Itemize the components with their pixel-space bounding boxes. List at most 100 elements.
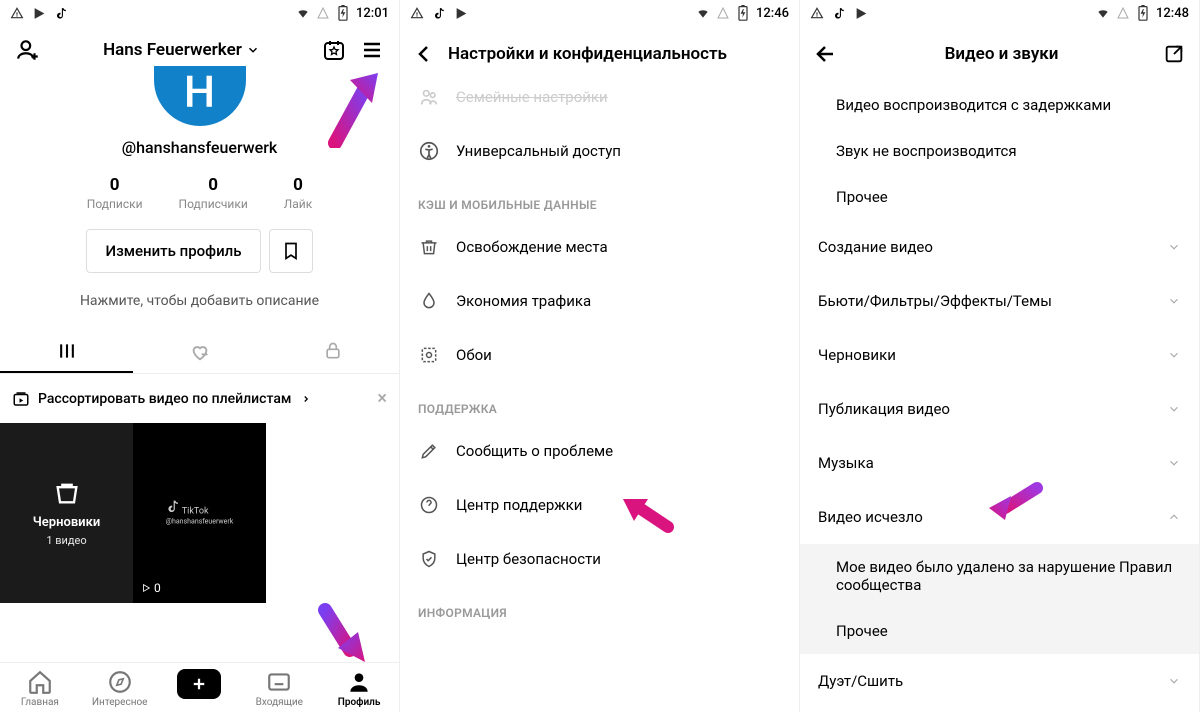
item-no-sound[interactable]: Звук не воспроизводится: [800, 128, 1199, 174]
chevron-down-icon: [1167, 674, 1181, 688]
tab-grid[interactable]: [0, 331, 133, 373]
settings-item-safety[interactable]: Центр безопасности: [400, 532, 799, 586]
status-bar: 12:48: [800, 0, 1199, 26]
item-other2[interactable]: Прочее: [800, 608, 1199, 654]
nav-profile[interactable]: Профиль: [319, 669, 399, 708]
video-grid: Черновики 1 видео TikTok @hanshansfeuerw…: [0, 423, 399, 603]
item-create-video[interactable]: Создание видео: [800, 220, 1199, 274]
nav-inbox[interactable]: Входящие: [239, 669, 319, 708]
battery-icon: [736, 6, 750, 20]
stat-likes[interactable]: 0 Лайк: [284, 175, 312, 211]
settings-list: Семейные настройки Универсальный доступ …: [400, 82, 799, 712]
item-video-disappeared[interactable]: Видео исчезло: [800, 490, 1199, 544]
tab-liked[interactable]: [133, 331, 266, 373]
play-count: 0: [141, 581, 161, 595]
question-icon: [418, 494, 440, 516]
warning-icon: [810, 6, 824, 20]
calendar-icon[interactable]: [321, 37, 347, 63]
status-time: 12:48: [1156, 6, 1189, 21]
settings-item-accessibility[interactable]: Универсальный доступ: [400, 124, 799, 178]
back-button[interactable]: [410, 40, 438, 68]
settings-screen: 12:46 Настройки и конфиденциальность Сем…: [400, 0, 800, 712]
section-info: ИНФОРМАЦИЯ: [400, 586, 799, 628]
chevron-right-icon: [301, 392, 311, 406]
item-video-lag[interactable]: Видео воспроизводится с задержками: [800, 82, 1199, 128]
play-store-icon: [854, 6, 868, 20]
chevron-left-icon: [412, 42, 436, 66]
warning-icon: [410, 6, 424, 20]
bottom-nav: Главная Интересное Входящие Профиль: [0, 662, 399, 712]
item-duet-stitch[interactable]: Дуэт/Сшить: [800, 654, 1199, 708]
item-beauty-filters[interactable]: Бьюти/Фильтры/Эффекты/Темы: [800, 274, 1199, 328]
item-drafts[interactable]: Черновики: [800, 328, 1199, 382]
wallpaper-icon: [418, 344, 440, 366]
stats-row: 0 Подписки 0 Подписчики 0 Лайк: [0, 175, 399, 211]
accessibility-icon: [418, 140, 440, 162]
compass-icon: [107, 669, 133, 695]
status-bar: 12:01: [0, 0, 399, 26]
bookmark-button[interactable]: [269, 229, 313, 273]
status-time: 12:46: [756, 6, 789, 21]
item-other[interactable]: Прочее: [800, 174, 1199, 220]
nav-discover[interactable]: Интересное: [80, 669, 160, 708]
play-store-icon: [454, 6, 468, 20]
compose-icon: [1163, 43, 1185, 65]
arrow-left-icon: [814, 42, 838, 66]
settings-item-helpcenter[interactable]: Центр поддержки: [400, 478, 799, 532]
nav-create[interactable]: [160, 669, 240, 708]
status-time: 12:01: [356, 6, 389, 21]
chevron-up-icon: [1167, 510, 1181, 524]
username: @hanshansfeuerwerk: [0, 138, 399, 157]
wifi-icon: [296, 6, 310, 20]
trash-icon: [418, 236, 440, 258]
chevron-down-icon: [1167, 240, 1181, 254]
stat-followers[interactable]: 0 Подписчики: [179, 175, 248, 211]
profile-screen: 12:01 Hans Feuerwerker H @hanshansfeuerw…: [0, 0, 400, 712]
shield-icon: [418, 548, 440, 570]
settings-title: Настройки и конфиденциальность: [448, 44, 727, 64]
avatar[interactable]: H: [0, 66, 399, 126]
hamburger-menu-icon[interactable]: [359, 37, 385, 63]
play-icon: [141, 583, 151, 593]
inbox-icon: [266, 669, 292, 695]
video-sounds-screen: 12:48 Видео и звуки Видео воспроизводитс…: [800, 0, 1200, 712]
settings-item-freeup[interactable]: Освобождение места: [400, 220, 799, 274]
pencil-icon: [418, 440, 440, 462]
video-tile[interactable]: TikTok @hanshansfeuerwerk 0: [133, 423, 266, 603]
profile-name-text: Hans Feuerwerker: [103, 40, 242, 60]
drafts-tile[interactable]: Черновики 1 видео: [0, 423, 133, 603]
signal-icon: [716, 6, 730, 20]
close-icon[interactable]: ×: [377, 388, 387, 409]
settings-item-report[interactable]: Сообщить о проблеме: [400, 424, 799, 478]
item-music[interactable]: Музыка: [800, 436, 1199, 490]
chevron-down-icon: [1167, 402, 1181, 416]
battery-icon: [1136, 6, 1150, 20]
add-user-button[interactable]: [14, 36, 42, 64]
tiktok-icon: [832, 6, 846, 20]
item-publishing[interactable]: Публикация видео: [800, 382, 1199, 436]
back-button[interactable]: [812, 40, 840, 68]
tab-private[interactable]: [266, 331, 399, 373]
chevron-down-icon: [1167, 456, 1181, 470]
item-video-removed-violation[interactable]: Мое видео было удалено за нарушение Прав…: [800, 544, 1199, 608]
annotation-arrow: [310, 600, 370, 670]
video-sounds-title: Видео и звуки: [840, 44, 1163, 64]
profile-name-dropdown[interactable]: Hans Feuerwerker: [54, 40, 309, 60]
playlist-sort-row[interactable]: Рассортировать видео по плейлистам ×: [0, 374, 399, 423]
bio-hint[interactable]: Нажмите, чтобы добавить описание: [0, 293, 399, 309]
settings-item-wallpaper[interactable]: Обои: [400, 328, 799, 382]
signal-icon: [1116, 6, 1130, 20]
video-sounds-header: Видео и звуки: [800, 26, 1199, 82]
plus-icon: [177, 669, 221, 699]
settings-item-family[interactable]: Семейные настройки: [400, 82, 799, 124]
signal-icon: [316, 6, 330, 20]
nav-home[interactable]: Главная: [0, 669, 80, 708]
tiktok-icon: [54, 6, 68, 20]
settings-item-datasaver[interactable]: Экономия трафика: [400, 274, 799, 328]
settings-header: Настройки и конфиденциальность: [400, 26, 799, 82]
edit-profile-button[interactable]: Изменить профиль: [86, 229, 260, 273]
stat-following[interactable]: 0 Подписки: [87, 175, 143, 211]
chevron-down-icon: [1167, 348, 1181, 362]
status-bar: 12:46: [400, 0, 799, 26]
compose-button[interactable]: [1163, 43, 1187, 65]
